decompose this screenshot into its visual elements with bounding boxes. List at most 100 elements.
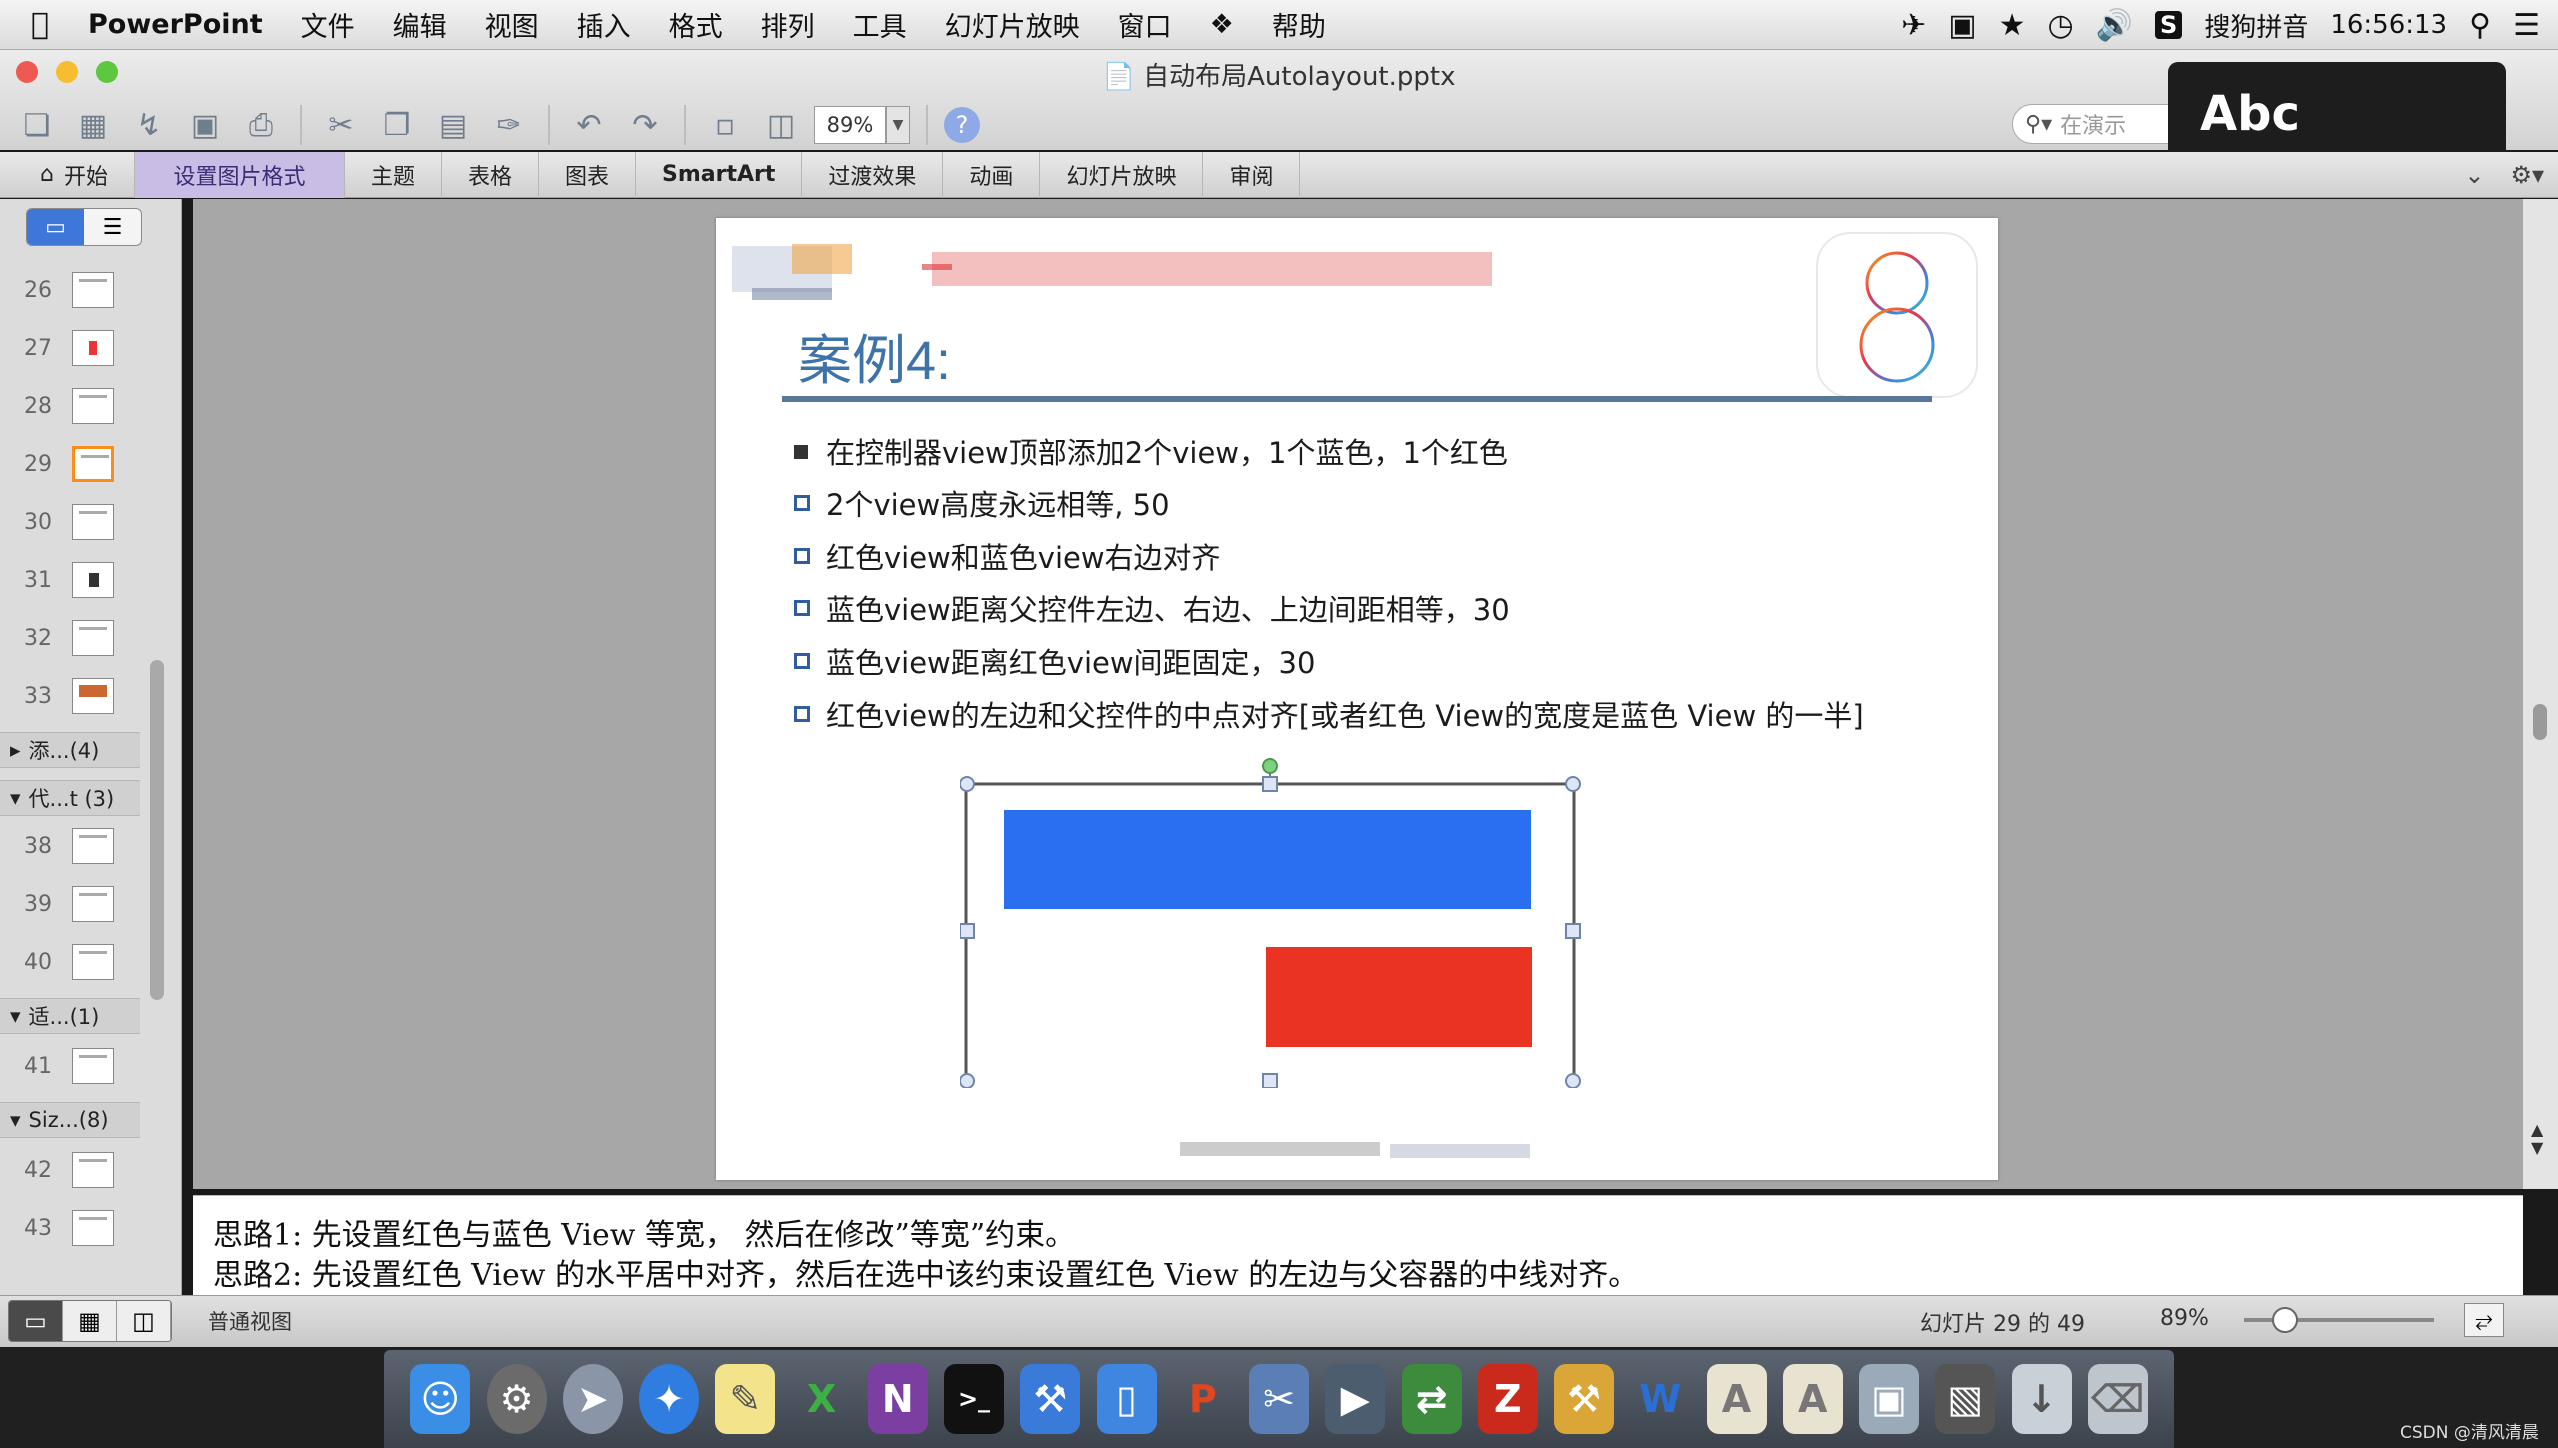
section-header[interactable]: ▸ 添...(4) bbox=[0, 732, 140, 768]
tab-smartart[interactable]: SmartArt bbox=[636, 151, 803, 198]
menu-window[interactable]: 窗口 bbox=[1099, 5, 1191, 44]
zoom-field[interactable]: 89% bbox=[814, 106, 886, 144]
apple-menu-icon[interactable]:  bbox=[0, 7, 80, 42]
notes-app-icon[interactable]: ✎ bbox=[715, 1364, 776, 1434]
bullet-text[interactable]: 红色view和蓝色view右边对齐 bbox=[826, 535, 1221, 577]
app-menu[interactable]: PowerPoint bbox=[80, 9, 282, 40]
canvas-scrollbar[interactable]: ▲ ▼ bbox=[2523, 199, 2558, 1189]
notes-pane[interactable]: 思路1: 先设置红色与蓝色 View 等宽， 然后在修改”等宽”约束。 思路2:… bbox=[193, 1195, 2523, 1295]
tab-format-picture[interactable]: 设置图片格式 bbox=[134, 151, 345, 198]
bullet-text[interactable]: 2个view高度永远相等, 50 bbox=[826, 482, 1170, 524]
tab-charts[interactable]: 图表 bbox=[539, 151, 637, 198]
menu-insert[interactable]: 插入 bbox=[558, 5, 650, 44]
time-machine-icon[interactable]: ◷ bbox=[2047, 8, 2073, 43]
section-header[interactable]: ▾ 代...t (3) bbox=[0, 780, 140, 816]
onenote-icon[interactable]: N bbox=[867, 1364, 928, 1434]
slide-thumbnail-selected[interactable]: 29 bbox=[0, 442, 148, 492]
tab-tables[interactable]: 表格 bbox=[442, 151, 540, 198]
bullet-text[interactable]: 蓝色view距离父控件左边、右边、上边间距相等，30 bbox=[826, 587, 1510, 629]
notes-line-2[interactable]: 思路2: 先设置红色 View 的水平居中对齐，然后在选中该约束设置红色 Vie… bbox=[213, 1256, 2523, 1296]
folder-icon[interactable]: ▯ bbox=[1096, 1364, 1157, 1434]
tab-animations[interactable]: 动画 bbox=[943, 151, 1041, 198]
copy-icon[interactable]: ❐ bbox=[374, 102, 420, 148]
powerpoint-icon[interactable]: P bbox=[1173, 1364, 1233, 1434]
paste-icon[interactable]: ▤ bbox=[430, 102, 476, 148]
slide-thumbnail[interactable]: 43 bbox=[0, 1206, 148, 1256]
bullet-text[interactable]: 蓝色view距离红色view间距固定，30 bbox=[826, 640, 1315, 682]
slide-thumbnail[interactable]: 40 bbox=[0, 940, 148, 990]
slide-title[interactable]: 案例4: bbox=[798, 316, 951, 395]
normal-view-icon[interactable]: ▭ bbox=[9, 1301, 63, 1341]
cut-icon[interactable]: ✂ bbox=[318, 102, 364, 148]
tab-review[interactable]: 审阅 bbox=[1203, 151, 1301, 198]
scissors-tool-icon[interactable]: ✂ bbox=[1249, 1364, 1309, 1434]
format-painter-icon[interactable]: ✑ bbox=[486, 102, 532, 148]
slide-thumbnail[interactable]: 30 bbox=[0, 500, 148, 550]
slide-thumbnail[interactable]: 32 bbox=[0, 616, 148, 666]
menu-help[interactable]: 帮助 bbox=[1253, 5, 1345, 44]
zoom-dropdown-icon[interactable]: ▼ bbox=[886, 106, 910, 144]
finder-icon[interactable]: ☺ bbox=[410, 1364, 471, 1434]
thumbnail-view-icon[interactable]: ▭ bbox=[27, 209, 84, 245]
camera-icon[interactable]: ▣ bbox=[1948, 8, 1976, 43]
new-document-icon[interactable]: ❏ bbox=[14, 102, 60, 148]
bullet-text[interactable]: 在控制器view顶部添加2个view，1个蓝色，1个红色 bbox=[826, 430, 1508, 472]
input-method-label[interactable]: 搜狗拼音 bbox=[2204, 7, 2308, 44]
downloads-stack-icon[interactable]: ↓ bbox=[2011, 1364, 2072, 1434]
tab-home[interactable]: ⌂ 开始 bbox=[0, 151, 135, 198]
menu-view[interactable]: 视图 bbox=[466, 5, 558, 44]
spotlight-icon[interactable]: ⚲ bbox=[2469, 8, 2491, 43]
undo-icon[interactable]: ↶ bbox=[566, 102, 612, 148]
slide-sorter-icon[interactable]: ▦ bbox=[63, 1301, 117, 1341]
scroll-thumb[interactable] bbox=[2533, 704, 2547, 740]
fit-to-window-icon[interactable]: ⥂ bbox=[2464, 1303, 2504, 1337]
slide-layout-icon[interactable]: ▫ bbox=[702, 102, 748, 148]
slide-thumbnail[interactable]: 42 bbox=[0, 1148, 148, 1198]
menu-format[interactable]: 格式 bbox=[650, 5, 742, 44]
system-preferences-icon[interactable]: ⚙ bbox=[486, 1364, 547, 1434]
airplane-icon[interactable]: ✈ bbox=[1901, 8, 1926, 43]
page-nav-arrows-icon[interactable]: ▲ ▼ bbox=[2531, 1121, 2543, 1157]
preview-icon[interactable]: ▣ bbox=[1859, 1364, 1919, 1434]
menu-slideshow[interactable]: 幻灯片放映 bbox=[926, 5, 1099, 44]
slide-thumbnail[interactable]: 38 bbox=[0, 824, 148, 874]
tab-transitions[interactable]: 过渡效果 bbox=[802, 151, 944, 198]
navigator-scrollbar[interactable] bbox=[150, 660, 164, 1000]
slide-thumbnail[interactable]: 33 bbox=[0, 674, 148, 724]
slide-thumbnail[interactable]: 28 bbox=[0, 384, 148, 434]
excel-icon[interactable]: X bbox=[792, 1364, 852, 1434]
menu-tools[interactable]: 工具 bbox=[834, 5, 926, 44]
presenter-view-icon[interactable]: ◫ bbox=[117, 1301, 171, 1341]
new-slide-icon[interactable]: ◫ bbox=[758, 102, 804, 148]
screenshot-app-icon[interactable]: ▧ bbox=[1935, 1364, 1996, 1434]
gallery-icon[interactable]: ▦ bbox=[70, 102, 116, 148]
volume-icon[interactable]: 🔊 bbox=[2096, 8, 2133, 43]
zoom-slider-knob[interactable] bbox=[2272, 1307, 2298, 1333]
menu-edit[interactable]: 编辑 bbox=[374, 5, 466, 44]
tool-app-icon[interactable]: ⚒ bbox=[1554, 1364, 1614, 1434]
video-icon[interactable]: ▶ bbox=[1325, 1364, 1386, 1434]
trash-icon[interactable]: ⌫ bbox=[2087, 1364, 2148, 1434]
tab-themes[interactable]: 主题 bbox=[345, 151, 442, 198]
redo-icon[interactable]: ↷ bbox=[622, 102, 668, 148]
bluetooth-icon[interactable]: ★ bbox=[1999, 8, 2026, 43]
section-header[interactable]: ▾ 适...(1) bbox=[0, 998, 140, 1034]
help-icon[interactable]: ? bbox=[944, 107, 980, 143]
open-icon[interactable]: ↯ bbox=[126, 102, 172, 148]
menu-arrange[interactable]: 排列 bbox=[742, 5, 834, 44]
save-icon[interactable]: ▣ bbox=[182, 102, 228, 148]
section-header[interactable]: ▾ Siz...(8) bbox=[0, 1102, 140, 1138]
slide-thumbnail[interactable]: 31 bbox=[0, 558, 148, 608]
notes-line-1[interactable]: 思路1: 先设置红色与蓝色 View 等宽， 然后在修改”等宽”约束。 bbox=[213, 1216, 2523, 1256]
terminal-icon[interactable]: >_ bbox=[944, 1364, 1004, 1434]
outline-view-icon[interactable]: ☰ bbox=[84, 209, 141, 245]
launchpad-icon[interactable]: ➤ bbox=[562, 1364, 623, 1434]
ftp-icon[interactable]: ⇄ bbox=[1401, 1364, 1462, 1434]
slide-thumbnail[interactable]: 27 bbox=[0, 326, 148, 376]
xcode-icon[interactable]: ⚒ bbox=[1020, 1364, 1081, 1434]
collapse-ribbon-icon[interactable]: ⌄ bbox=[2464, 161, 2484, 189]
slide-thumbnail[interactable]: 41 bbox=[0, 1044, 148, 1094]
menu-file[interactable]: 文件 bbox=[282, 5, 374, 44]
filezilla-icon[interactable]: Z bbox=[1477, 1364, 1538, 1434]
slide-thumbnail[interactable]: 26 bbox=[0, 268, 148, 318]
